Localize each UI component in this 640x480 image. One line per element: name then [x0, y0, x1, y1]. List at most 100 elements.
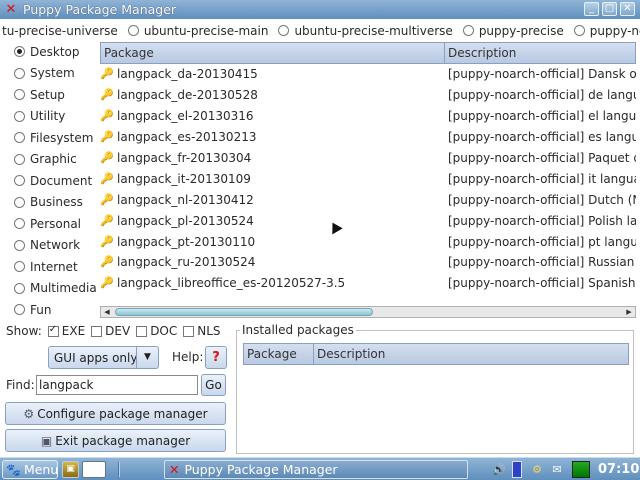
clock[interactable]: 07:10 [598, 460, 639, 479]
table-row[interactable]: 🔑 langpack_ru-20130524 [puppy-noarch-offic… [100, 252, 636, 273]
chat-icon[interactable]: ✉ [548, 461, 566, 478]
close-button[interactable]: ✕ [620, 2, 635, 16]
package-icon: 🔑 [100, 130, 114, 144]
radio-icon[interactable] [14, 218, 25, 230]
paw-icon: 🐾 [6, 462, 21, 477]
terminal-launcher-icon[interactable]: ▣ [62, 461, 79, 478]
help-button[interactable]: ? [205, 346, 227, 369]
category-item[interactable]: Personal [14, 213, 100, 235]
radio-icon[interactable] [462, 25, 474, 36]
installed-column-package[interactable]: Package [243, 343, 314, 365]
exe-checkbox[interactable] [47, 324, 59, 337]
desktop-pager[interactable] [82, 461, 106, 478]
doc-checkbox[interactable] [136, 325, 148, 337]
radio-icon[interactable] [14, 67, 25, 79]
package-icon: 🔑 [100, 171, 114, 185]
x-icon: ✕ [5, 2, 17, 17]
maximize-button[interactable]: ▢ [602, 2, 617, 16]
package-icon: 🔑 [100, 109, 114, 123]
category-item[interactable]: Network [14, 235, 100, 257]
show-filters: Show: EXE DEV DOC NLS [6, 324, 221, 339]
category-item[interactable]: Utility [14, 106, 100, 128]
taskbar-separator [118, 462, 120, 477]
column-header-description[interactable]: Description [445, 42, 636, 64]
category-item[interactable]: Multimedia [14, 278, 100, 300]
table-row[interactable]: 🔑 langpack_nl-20130412 [puppy-noarch-offic… [100, 189, 636, 210]
dev-checkbox[interactable] [91, 325, 103, 337]
table-header: Package Description [100, 42, 636, 64]
radio-icon[interactable] [14, 110, 25, 122]
column-header-package[interactable]: Package [100, 42, 445, 64]
category-item[interactable]: Business [14, 192, 100, 214]
show-label: Show: [6, 324, 42, 338]
category-item[interactable]: Graphic [14, 149, 100, 171]
find-input[interactable] [36, 375, 198, 395]
find-label: Find: [6, 378, 35, 392]
radio-icon[interactable] [278, 25, 290, 36]
table-row[interactable]: 🔑 langpack_el-20130316 [puppy-noarch-offic… [100, 106, 636, 127]
radio-icon[interactable] [573, 25, 585, 36]
x-icon: ✕ [169, 462, 180, 477]
exit-button[interactable]: ▣ Exit package manager [5, 429, 226, 452]
table-row[interactable]: 🔑 langpack_pt-20130110 [puppy-noarch-offic… [100, 231, 636, 252]
package-icon: 🔑 [100, 276, 114, 290]
package-table: Package Description 🔑 langpack_da-2013041… [100, 42, 636, 294]
scroll-right-icon[interactable]: ▶ [624, 307, 634, 317]
category-item[interactable]: Internet [14, 256, 100, 278]
radio-icon[interactable] [14, 132, 25, 144]
category-item[interactable]: Desktop [14, 41, 100, 63]
radio-icon[interactable] [14, 153, 25, 165]
repo-option[interactable]: tu-precise-universe [2, 24, 118, 38]
package-icon: 🔑 [100, 192, 114, 206]
radio-icon[interactable] [14, 282, 25, 294]
radio-icon[interactable] [14, 46, 25, 58]
installed-packages-legend: Installed packages [240, 323, 356, 337]
category-item[interactable]: Setup [14, 84, 100, 106]
package-icon: 🔑 [100, 255, 114, 269]
help-label: Help: [172, 350, 204, 364]
volume-icon[interactable]: 🔊 [490, 461, 508, 478]
radio-icon[interactable] [127, 25, 139, 36]
repository-selector: tu-precise-universe ubuntu-precise-main … [0, 20, 640, 41]
go-button[interactable]: Go [201, 374, 226, 396]
network-icon[interactable]: ⚙ [528, 461, 546, 478]
menu-button[interactable]: 🐾 Menu [2, 460, 58, 479]
chevron-down-icon[interactable]: ▼ [136, 347, 158, 368]
radio-icon[interactable] [14, 89, 25, 101]
configure-icon: ⚙ [23, 406, 35, 421]
scrollbar-thumb[interactable] [115, 308, 373, 316]
exit-icon: ▣ [40, 433, 53, 448]
battery-icon[interactable] [512, 461, 522, 478]
repo-option[interactable]: ubuntu-precise-main [127, 24, 268, 38]
task-puppy-package-manager[interactable]: ✕ Puppy Package Manager [164, 460, 468, 479]
configure-button[interactable]: ⚙ Configure package manager [5, 402, 226, 425]
table-row[interactable]: 🔑 langpack_pl-20130524 [puppy-noarch-offic… [100, 210, 636, 231]
table-row[interactable]: 🔑 langpack_es-20130213 [puppy-noarch-offic… [100, 127, 636, 148]
window-title: Puppy Package Manager [23, 2, 177, 17]
installed-column-description[interactable]: Description [314, 343, 629, 365]
table-row[interactable]: 🔑 langpack_it-20130109 [puppy-noarch-offic… [100, 168, 636, 189]
table-row[interactable]: 🔑 langpack_de-20130528 [puppy-noarch-offic… [100, 85, 636, 106]
radio-icon[interactable] [14, 175, 25, 187]
repo-option-selected[interactable]: puppy-noarch [573, 24, 640, 38]
table-row[interactable]: 🔑 langpack_da-20130415 [puppy-noarch-offic… [100, 64, 636, 85]
radio-icon[interactable] [14, 239, 25, 251]
package-icon: 🔑 [100, 234, 114, 248]
memory-monitor-icon[interactable] [572, 461, 590, 478]
category-item[interactable]: Document [14, 170, 100, 192]
repo-option[interactable]: puppy-precise [462, 24, 564, 38]
filter-dropdown[interactable]: GUI apps only ▼ [48, 346, 159, 369]
nls-checkbox[interactable] [183, 325, 195, 337]
repo-option[interactable]: ubuntu-precise-multiverse [278, 24, 453, 38]
radio-icon[interactable] [14, 304, 25, 316]
category-item[interactable]: System [14, 63, 100, 85]
scroll-left-icon[interactable]: ◀ [102, 307, 112, 317]
horizontal-scrollbar[interactable]: ◀ ▶ [100, 306, 636, 318]
table-row[interactable]: 🔑 langpack_fr-20130304 [puppy-noarch-offic… [100, 148, 636, 169]
radio-icon[interactable] [14, 261, 25, 273]
radio-icon[interactable] [14, 196, 25, 208]
category-item[interactable]: Filesystem [14, 127, 100, 149]
table-row[interactable]: 🔑 langpack_libreoffice_es-20120527-3.5 [pu… [100, 273, 636, 294]
category-item[interactable]: Fun [14, 299, 100, 321]
minimize-button[interactable]: _ [584, 2, 599, 16]
